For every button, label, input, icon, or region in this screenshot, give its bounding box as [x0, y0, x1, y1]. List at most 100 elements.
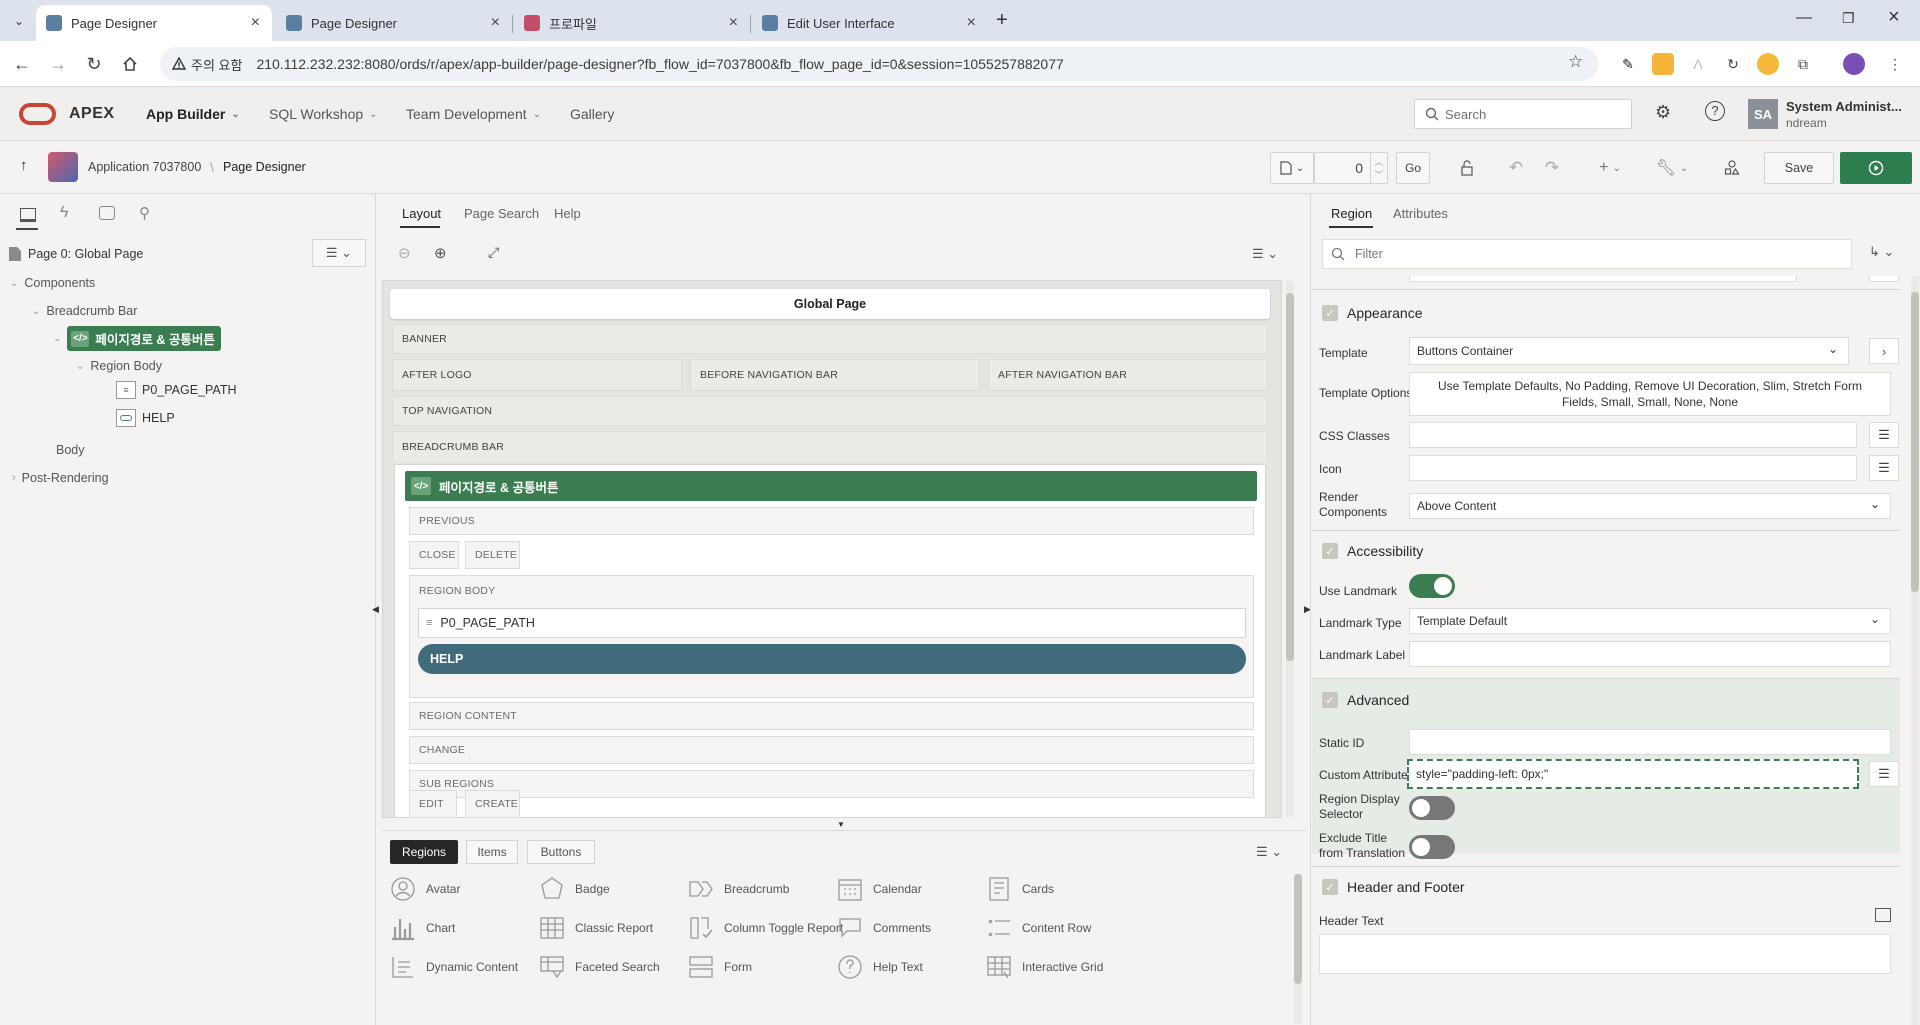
- slot-create[interactable]: CREATE: [465, 790, 520, 818]
- collapse-left-handle[interactable]: ◀: [372, 604, 379, 615]
- gallery-item-comments[interactable]: Comments: [837, 915, 931, 941]
- browser-tab-page-designer-1[interactable]: Page Designer ×: [36, 5, 272, 41]
- extension-refresh-icon[interactable]: ↻: [1722, 53, 1744, 75]
- gallery-menu-icon[interactable]: ☰ ⌄: [1256, 844, 1282, 860]
- nav-app-builder[interactable]: App Builder ⌄: [146, 106, 240, 122]
- breadcrumb-application[interactable]: Application 7037800: [88, 160, 201, 174]
- help-icon[interactable]: ?: [1705, 101, 1725, 121]
- nav-gallery[interactable]: Gallery: [570, 106, 614, 122]
- slot-previous[interactable]: PREVIOUS: [409, 507, 1254, 535]
- property-scrollbar[interactable]: [1911, 276, 1919, 1025]
- go-to-group-icon[interactable]: ↳ ⌄: [1869, 244, 1894, 260]
- property-filter-input[interactable]: Filter: [1322, 239, 1852, 269]
- splitter-handle[interactable]: ▼: [837, 820, 845, 829]
- section-accessibility[interactable]: ✓ Accessibility: [1322, 543, 1423, 559]
- tree-components[interactable]: ⌄ Components: [10, 276, 95, 290]
- css-classes-list-button[interactable]: ☰: [1869, 422, 1899, 448]
- tab-region[interactable]: Region: [1331, 206, 1372, 221]
- region-display-selector-toggle[interactable]: [1409, 796, 1455, 820]
- landmark-type-select[interactable]: Template Default ⌄: [1409, 608, 1891, 634]
- gallery-item-chart[interactable]: Chart: [390, 915, 455, 941]
- tree-region-chip[interactable]: </> 페이지경로 & 공통버튼: [67, 326, 221, 351]
- extension-pen-icon[interactable]: ✎: [1617, 53, 1639, 75]
- zoom-out-icon[interactable]: ⊖: [398, 244, 411, 262]
- slot-after-logo[interactable]: AFTER LOGO: [392, 359, 682, 391]
- extension-notes-icon[interactable]: [1652, 53, 1674, 75]
- gallery-tab-regions[interactable]: Regions: [390, 840, 458, 864]
- tab-search-button[interactable]: ⌄: [8, 10, 30, 32]
- tab-attributes[interactable]: Attributes: [1393, 206, 1448, 221]
- zoom-in-icon[interactable]: ⊕: [434, 244, 447, 262]
- page-number-stepper[interactable]: ︿ ﹀: [1370, 152, 1388, 184]
- home-button[interactable]: [118, 52, 142, 76]
- template-options-button[interactable]: Use Template Defaults, No Padding, Remov…: [1409, 372, 1891, 416]
- redo-button[interactable]: ↷: [1536, 152, 1568, 184]
- template-go-button[interactable]: ›: [1869, 338, 1899, 364]
- tree-post-rendering[interactable]: › Post-Rendering: [12, 471, 109, 485]
- bookmark-star-icon[interactable]: ☆: [1568, 52, 1583, 72]
- slot-change[interactable]: CHANGE: [409, 736, 1254, 764]
- slot-delete[interactable]: DELETE: [465, 541, 520, 569]
- back-button[interactable]: ←: [10, 52, 34, 76]
- slot-after-navigation-bar[interactable]: AFTER NAVIGATION BAR: [988, 359, 1268, 391]
- gallery-item-badge[interactable]: Badge: [539, 876, 610, 902]
- landmark-label-input[interactable]: [1409, 641, 1891, 667]
- new-tab-button[interactable]: +: [996, 9, 1008, 32]
- close-icon[interactable]: ×: [967, 14, 976, 32]
- icon-list-button[interactable]: ☰: [1869, 455, 1899, 481]
- section-appearance[interactable]: ✓ Appearance: [1322, 305, 1423, 321]
- navigate-up-icon[interactable]: ↑: [20, 157, 28, 174]
- url-input[interactable]: 주의 요함 210.112.232.232:8080/ords/r/apex/a…: [160, 47, 1598, 81]
- scrollbar-thumb[interactable]: [1911, 292, 1919, 592]
- create-menu-button[interactable]: + ⌄: [1590, 152, 1630, 184]
- slot-breadcrumb-bar[interactable]: BREADCRUMB BAR: [392, 431, 1268, 461]
- page-type-button[interactable]: ⌄: [1270, 152, 1314, 184]
- gallery-item-avatar[interactable]: Avatar: [390, 876, 460, 902]
- processing-tab-icon[interactable]: [99, 206, 115, 220]
- tree-region-selected[interactable]: ⌄ </> 페이지경로 & 공통버튼: [53, 326, 221, 351]
- apex-logo[interactable]: APEX: [69, 105, 115, 123]
- section-advanced[interactable]: ✓ Advanced: [1322, 692, 1409, 708]
- tree-item-help[interactable]: HELP: [116, 409, 175, 427]
- close-icon[interactable]: ×: [729, 14, 738, 32]
- save-button[interactable]: Save: [1764, 152, 1834, 184]
- shared-components-tab-icon[interactable]: ⚲: [139, 204, 150, 222]
- expand-icon[interactable]: ⤢: [488, 244, 499, 261]
- canvas-scrollbar[interactable]: [1286, 281, 1294, 817]
- tree-menu-button[interactable]: ☰ ⌄: [312, 239, 366, 267]
- tree-item-page-path[interactable]: ≡ P0_PAGE_PATH: [116, 381, 236, 399]
- window-close-button[interactable]: ×: [1888, 6, 1900, 29]
- security-warning[interactable]: 주의 요함: [172, 55, 242, 74]
- slot-before-navigation-bar[interactable]: BEFORE NAVIGATION BAR: [690, 359, 980, 391]
- gallery-tab-buttons[interactable]: Buttons: [527, 840, 595, 864]
- use-landmark-toggle[interactable]: [1409, 574, 1455, 598]
- tab-help[interactable]: Help: [554, 206, 581, 221]
- close-icon[interactable]: ×: [491, 14, 500, 32]
- extension-a-icon[interactable]: Λ: [1687, 53, 1709, 75]
- slot-top-navigation[interactable]: TOP NAVIGATION: [392, 396, 1268, 426]
- nav-sql-workshop[interactable]: SQL Workshop ⌄: [269, 106, 378, 122]
- utilities-menu-button[interactable]: 🔧︎ ⌄: [1650, 152, 1694, 184]
- shared-components-button[interactable]: [1716, 152, 1748, 184]
- gallery-item-calendar[interactable]: Calendar: [837, 876, 922, 902]
- gallery-item-classic-report[interactable]: Classic Report: [539, 915, 653, 941]
- lock-page-button[interactable]: [1450, 152, 1484, 184]
- gallery-item-breadcrumb[interactable]: Breadcrumb: [688, 876, 789, 902]
- gallery-item-help-text[interactable]: Help Text: [837, 954, 923, 980]
- rendering-tab-icon[interactable]: [20, 208, 36, 222]
- slot-edit[interactable]: EDIT: [409, 790, 457, 818]
- scrollbar-thumb[interactable]: [1286, 293, 1294, 661]
- gallery-item-dynamic-content[interactable]: Dynamic Content: [390, 954, 518, 980]
- slot-banner[interactable]: BANNER: [392, 324, 1268, 354]
- page-title-row[interactable]: Page 0: Global Page: [8, 246, 143, 262]
- slot-sub-regions[interactable]: SUB REGIONS: [409, 770, 1254, 798]
- go-button[interactable]: Go: [1396, 152, 1430, 184]
- tree-body[interactable]: Body: [56, 443, 85, 457]
- user-name[interactable]: System Administ...: [1786, 99, 1902, 114]
- item-page-path[interactable]: ≡ P0_PAGE_PATH: [418, 608, 1246, 638]
- close-icon[interactable]: ×: [251, 14, 260, 32]
- browser-menu-icon[interactable]: ⋮: [1884, 53, 1906, 75]
- icon-input[interactable]: [1409, 455, 1857, 481]
- browser-tab-page-designer-2[interactable]: Page Designer ×: [276, 5, 513, 41]
- layout-menu-icon[interactable]: ☰ ⌄: [1252, 246, 1278, 262]
